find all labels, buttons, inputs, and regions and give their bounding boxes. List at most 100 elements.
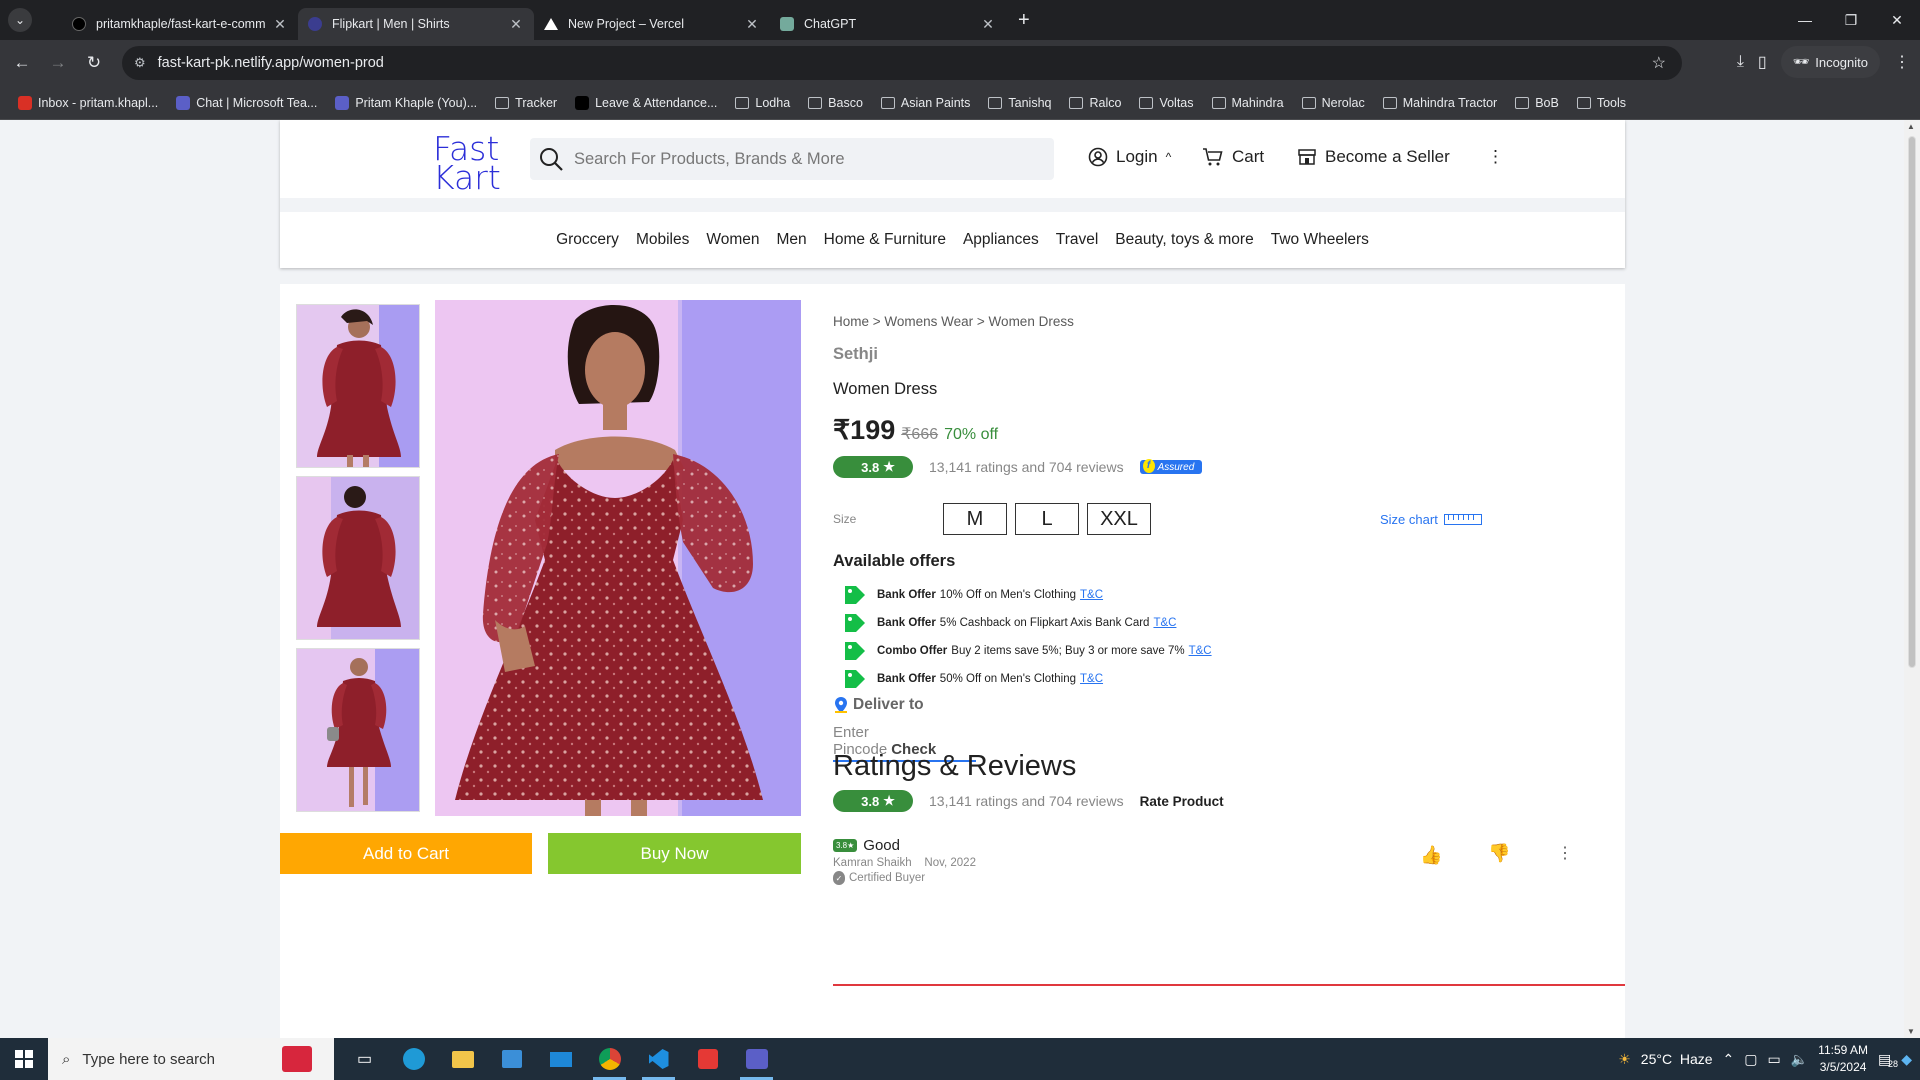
page-scrollbar[interactable]: ▲ ▼	[1904, 120, 1920, 1038]
bookmark-item[interactable]: Tracker	[487, 96, 565, 110]
login-button[interactable]: Login ^	[1088, 147, 1171, 167]
category-link[interactable]: Mobiles	[636, 231, 689, 249]
thumbnail-2[interactable]	[296, 476, 420, 640]
tab-chatgpt[interactable]: ChatGPT ✕	[770, 8, 1006, 40]
close-icon[interactable]: ✕	[744, 16, 760, 33]
size-label: Size	[833, 512, 857, 526]
assured-label: Assured	[1157, 461, 1195, 473]
buy-now-button[interactable]: Buy Now	[548, 833, 801, 874]
scroll-up-icon[interactable]: ▲	[1907, 122, 1915, 131]
bookmark-item[interactable]: Lodha	[727, 96, 798, 110]
close-icon[interactable]: ✕	[980, 16, 996, 33]
tab-github[interactable]: pritamkhaple/fast-kart-e-comm ✕	[62, 8, 298, 40]
cart-button[interactable]: Cart	[1202, 147, 1264, 167]
copilot-icon[interactable]: ◆	[1901, 1051, 1912, 1068]
windows-start-icon[interactable]	[0, 1038, 48, 1080]
rate-product-button[interactable]: Rate Product	[1140, 794, 1224, 809]
category-link[interactable]: Travel	[1056, 231, 1099, 249]
bookmark-item[interactable]: Mahindra	[1204, 96, 1292, 110]
incognito-badge[interactable]: 🕶 Incognito	[1780, 46, 1880, 78]
category-link[interactable]: Home & Furniture	[824, 231, 946, 249]
terms-link[interactable]: T&C	[1153, 617, 1176, 629]
forward-icon[interactable]: →	[40, 53, 76, 73]
weather-text[interactable]: 25°C Haze	[1641, 1051, 1713, 1067]
search-input[interactable]: Search For Products, Brands & More	[530, 138, 1054, 180]
scroll-down-icon[interactable]: ▼	[1907, 1027, 1915, 1036]
bookmark-item[interactable]: Inbox - pritam.khapl...	[10, 95, 166, 110]
terms-link[interactable]: T&C	[1080, 673, 1103, 685]
address-bar[interactable]: ⚙ fast-kart-pk.netlify.app/women-prod ☆	[122, 46, 1682, 80]
more-menu-icon[interactable]: ⋮	[1487, 147, 1504, 167]
bookmark-item[interactable]: Ralco	[1061, 96, 1129, 110]
minimize-icon[interactable]: —	[1782, 0, 1828, 40]
tab-vercel[interactable]: New Project – Vercel ✕	[534, 8, 770, 40]
site-info-icon[interactable]: ⚙	[134, 55, 146, 71]
download-icon[interactable]: ⤓	[1737, 53, 1744, 71]
reload-icon[interactable]: ↻	[76, 53, 112, 73]
bookmark-item[interactable]: Nerolac	[1294, 96, 1373, 110]
browser-menu-icon[interactable]: ⋮	[1894, 52, 1910, 72]
category-link[interactable]: Beauty, toys & more	[1115, 231, 1253, 249]
back-icon[interactable]: ←	[4, 53, 40, 73]
close-icon[interactable]: ✕	[508, 16, 524, 33]
tab-search-button[interactable]: ⌄	[8, 8, 32, 32]
category-link[interactable]: Women	[706, 231, 759, 249]
bookmark-item[interactable]: Tanishq	[980, 96, 1059, 110]
file-explorer-icon[interactable]	[438, 1038, 487, 1080]
terms-link[interactable]: T&C	[1080, 589, 1103, 601]
notifications-icon[interactable]: ▤ 28	[1878, 1051, 1898, 1069]
chrome-icon[interactable]	[585, 1038, 634, 1080]
logo[interactable]: Fast Kart	[433, 132, 501, 194]
network-icon[interactable]: ▭	[1768, 1051, 1781, 1068]
bookmark-item[interactable]: Leave & Attendance...	[567, 95, 725, 110]
close-icon[interactable]: ✕	[272, 16, 288, 33]
bookmark-item[interactable]: Voltas	[1131, 96, 1201, 110]
size-option[interactable]: M	[943, 503, 1007, 535]
size-option[interactable]: XXL	[1087, 503, 1151, 535]
bookmark-star-icon[interactable]: ☆	[1652, 53, 1666, 73]
bookmark-item[interactable]: Pritam Khaple (You)...	[327, 95, 485, 110]
teams-icon[interactable]	[732, 1038, 781, 1080]
breadcrumb[interactable]: Home > Womens Wear > Women Dress	[833, 314, 1074, 329]
category-link[interactable]: Groccery	[556, 231, 619, 249]
size-option[interactable]: L	[1015, 503, 1079, 535]
close-window-icon[interactable]: ✕	[1874, 0, 1920, 40]
vscode-icon[interactable]	[634, 1038, 683, 1080]
thumbnail-1[interactable]	[296, 304, 420, 468]
category-link[interactable]: Appliances	[963, 231, 1039, 249]
thumbs-down-icon[interactable]: 👎	[1488, 843, 1510, 864]
store-icon[interactable]	[487, 1038, 536, 1080]
bookmark-item[interactable]: Mahindra Tractor	[1375, 96, 1505, 110]
size-chart-link[interactable]: Size chart	[1380, 512, 1482, 527]
mail-icon[interactable]	[536, 1038, 585, 1080]
taskbar-search-input[interactable]: ⌕ Type here to search	[48, 1038, 334, 1080]
bookmark-item[interactable]: BoB	[1507, 96, 1567, 110]
rating-row: 3.8★ 13,141 ratings and 704 reviews Assu…	[833, 456, 1203, 478]
task-view-icon[interactable]: ▭	[340, 1038, 389, 1080]
terms-link[interactable]: T&C	[1189, 645, 1212, 657]
bookmark-item[interactable]: Chat | Microsoft Tea...	[168, 95, 325, 110]
volume-icon[interactable]: 🔈	[1791, 1051, 1808, 1068]
restore-icon[interactable]: ❐	[1828, 0, 1874, 40]
tab-flipkart[interactable]: Flipkart | Men | Shirts ✕	[298, 8, 534, 40]
become-seller-button[interactable]: Become a Seller	[1297, 147, 1450, 167]
edge-icon[interactable]	[389, 1038, 438, 1080]
thumbs-up-icon[interactable]: 👍	[1420, 845, 1442, 866]
main-product-image[interactable]	[435, 300, 801, 816]
bookmark-item[interactable]: Asian Paints	[873, 96, 978, 110]
chevron-up-icon[interactable]: ⌃	[1723, 1051, 1735, 1068]
new-tab-button[interactable]: +	[1018, 9, 1030, 32]
category-link[interactable]: Two Wheelers	[1271, 231, 1369, 249]
category-link[interactable]: Men	[776, 231, 806, 249]
offers-heading: Available offers	[833, 552, 956, 570]
add-to-cart-button[interactable]: Add to Cart	[280, 833, 532, 874]
meet-now-icon[interactable]: ▢	[1744, 1051, 1757, 1068]
bookmark-item[interactable]: Basco	[800, 96, 871, 110]
review-menu-icon[interactable]: ⋮	[1557, 843, 1573, 863]
sidepanel-icon[interactable]: ▯	[1758, 52, 1767, 72]
thumbnail-3[interactable]	[296, 648, 420, 812]
anydesk-icon[interactable]	[683, 1038, 732, 1080]
bookmark-item[interactable]: Tools	[1569, 96, 1634, 110]
clock[interactable]: 11:59 AM 3/5/2024	[1818, 1042, 1868, 1076]
scrollbar-thumb[interactable]	[1908, 136, 1916, 668]
